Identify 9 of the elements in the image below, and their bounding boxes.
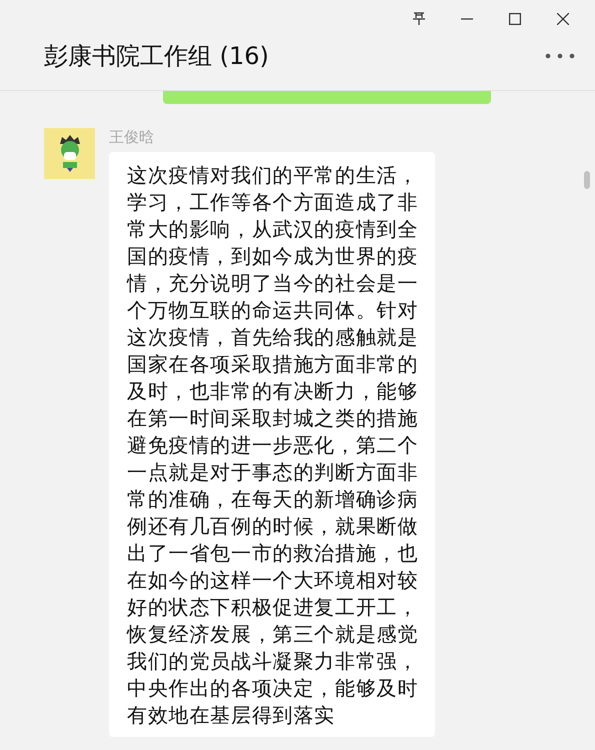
message-text: 这次疫情对我们的平常的生活，学习，工作等各个方面造成了非常大的影响，从武汉的疫情到全国的疫情，到如今成为世界的疫情，充分说明了当今的社会是一个万物互联的命运共同体。针对这次疫情，首先给我的感触就是国家在各项采取措施方面非常的及时，也非常的有决断力，能够在第一时间采取封城之类的措施避免疫情的进一步恶化，第二个一点就是对于事态的判断方面非常的准确，在每天的新增确诊病例还有几百例的时候，就果断做出了一省包一市的救治措施，也在如今的这样一个大环境相对较好的状态下积极促进复工开工，恢复经济发展，第三个就是感觉我们的党员战斗凝聚力非常强，中央作出的各项决定，能够及时有效地在基层得到落实 xyxy=(109,152,435,737)
maximize-icon xyxy=(509,13,521,25)
more-icon xyxy=(545,53,575,59)
close-icon xyxy=(557,13,569,25)
minimize-icon xyxy=(461,18,473,20)
window-title: 彭康书院工作组 (16) xyxy=(44,41,269,72)
scrollbar-thumb[interactable] xyxy=(584,171,590,189)
pin-icon xyxy=(412,12,426,26)
sender-name: 王俊晗 xyxy=(109,128,155,146)
